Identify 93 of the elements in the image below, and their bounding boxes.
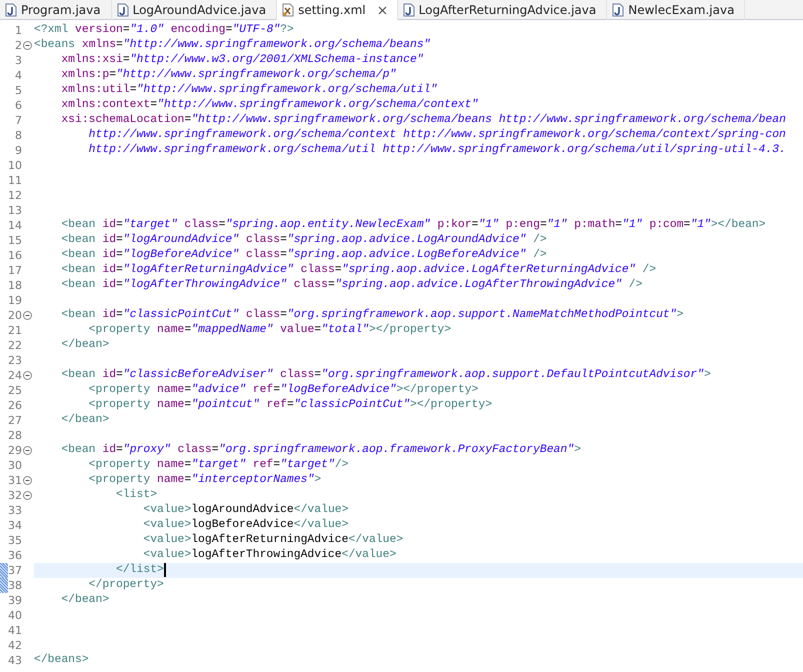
code-line: http://www.springframework.org/schema/util http://www.springframework.org/schema/util/spring-util-4.3. (88, 143, 786, 158)
line-number: 16 (8, 248, 22, 263)
line-number: 34 (8, 518, 22, 533)
line-number: 40 (8, 608, 22, 623)
code-line: <bean id="logBeforeAdvice" class="spring.aop.advice.LogBeforeAdvice" /> (61, 248, 547, 263)
code-line: <?xml version="1.0" encoding="UTF-8"?> (34, 23, 294, 38)
code-line: <value>logBeforeAdvice</value> (143, 518, 348, 533)
line-number: 32 (8, 488, 22, 503)
line-number: 22 (8, 338, 22, 353)
java-file-icon (4, 3, 17, 17)
line-number: 27 (8, 413, 22, 428)
code-line: xmlns:xsi="http://www.w3.org/2001/XMLSchema-instance" (61, 53, 424, 68)
line-number: 24 (8, 368, 22, 383)
line-number: 8 (14, 128, 22, 143)
editor-tab[interactable]: NewlecExam.java (607, 0, 746, 20)
code-line: xmlns:p="http://www.springframework.org/schema/p" (61, 68, 396, 83)
line-number: 14 (8, 218, 22, 233)
line-number: 43 (8, 653, 22, 668)
code-line: <bean id="proxy" class="org.springframework.aop.framework.ProxyFactoryBean"> (61, 443, 581, 458)
line-number: 17 (8, 263, 22, 278)
line-number: 29 (8, 443, 22, 458)
code-line: xsi:schemaLocation="http://www.springframework.org/schema/beans http://www.springframework.org/schema/bean (61, 113, 786, 128)
code-line: <value>logAfterThrowingAdvice</value> (143, 548, 396, 563)
code-line: </property> (88, 578, 164, 593)
line-number: 31 (8, 473, 22, 488)
code-line: <bean id="target" class="spring.aop.entity.NewlecExam" p:kor="1" p:eng="1" p:math="1" p:com="1"></bean> (61, 218, 766, 233)
editor-tab[interactable]: setting.xml (277, 0, 398, 20)
line-number: 12 (8, 188, 22, 203)
collapse-icon[interactable] (23, 311, 32, 320)
line-number: 2 (14, 38, 22, 53)
line-number: 13 (8, 203, 22, 218)
code-line: </bean> (61, 338, 110, 353)
line-number: 21 (8, 323, 22, 338)
code-line: </list> (116, 563, 164, 578)
line-number: 37 (8, 563, 22, 578)
line-number: 35 (8, 533, 22, 548)
line-number: 20 (8, 308, 22, 323)
code-line: <property name="advice" ref="logBeforeAdvice"></property> (88, 383, 478, 398)
line-number: 18 (8, 278, 22, 293)
line-number: 41 (8, 623, 22, 638)
collapse-icon[interactable] (23, 446, 32, 455)
line-number: 42 (8, 638, 22, 653)
line-number: 25 (8, 383, 22, 398)
code-line: </bean> (61, 593, 110, 608)
line-number: 23 (8, 353, 22, 368)
code-line: <bean id="logAfterThrowingAdvice" class="spring.aop.advice.LogAfterThrowingAdvice" /> (61, 278, 642, 293)
line-number: 10 (8, 158, 22, 173)
collapse-icon[interactable] (23, 491, 32, 500)
line-number: 38 (8, 578, 22, 593)
code-line: <property name="interceptorNames"> (88, 473, 322, 488)
code-line: <property name="target" ref="target"/> (88, 458, 348, 473)
line-number: 3 (14, 53, 22, 68)
close-icon[interactable] (378, 6, 387, 14)
code-line: xmlns:context="http://www.springframework.org/schema/context" (61, 98, 478, 113)
text-cursor (164, 563, 166, 577)
code-line: <beans xmlns="http://www.springframework.org/schema/beans" (34, 38, 430, 53)
line-number: 11 (8, 173, 22, 188)
code-line: <property name="pointcut" ref="classicPointCut"></property> (88, 398, 492, 413)
java-file-icon (116, 3, 129, 17)
line-number: 6 (14, 98, 22, 113)
xml-file-icon (281, 3, 294, 17)
line-number: 5 (14, 83, 22, 98)
line-number: 19 (8, 293, 22, 308)
line-number: 9 (14, 143, 22, 158)
editor-tab[interactable]: LogAfterReturningAdvice.java (398, 0, 608, 20)
collapse-icon[interactable] (23, 371, 32, 380)
code-line: <bean id="logAroundAdvice" class="spring.aop.advice.LogAroundAdvice" /> (61, 233, 547, 248)
line-number: 1 (14, 23, 22, 38)
collapse-icon[interactable] (23, 476, 32, 485)
line-number: 26 (8, 398, 22, 413)
code-line: <list> (116, 488, 158, 503)
code-line: </beans> (34, 653, 89, 668)
java-file-icon (402, 3, 415, 17)
code-line: <bean id="classicBeforeAdviser" class="org.springframework.aop.support.DefaultPointcutAdvisor"> (61, 368, 711, 383)
code-line: http://www.springframework.org/schema/context http://www.springframework.org/schema/context/spring-con (88, 128, 786, 143)
line-number: 39 (8, 593, 22, 608)
line-number: 36 (8, 548, 22, 563)
code-line: <bean id="classicPointCut" class="org.springframework.aop.support.NameMatchMethodPointcut"> (61, 308, 684, 323)
code-line: <property name="mappedName" value="total"></property> (88, 323, 452, 338)
code-line: <bean id="logAfterReturningAdvice" class="spring.aop.advice.LogAfterReturningAdvice" /> (61, 263, 656, 278)
line-number: 4 (14, 68, 22, 83)
code-line: xmlns:util="http://www.springframework.org/schema/util" (61, 83, 438, 98)
code-line: <value>logAfterReturningAdvice</value> (143, 533, 404, 548)
line-number: 33 (8, 503, 22, 518)
editor-tab[interactable]: Program.java (0, 0, 112, 20)
line-number: 7 (14, 113, 22, 128)
java-file-icon (611, 3, 624, 17)
line-number: 30 (8, 458, 22, 473)
collapse-icon[interactable] (23, 41, 32, 50)
code-line: <value>logAroundAdvice</value> (143, 503, 348, 518)
code-line: </bean> (61, 413, 110, 428)
line-number: 28 (8, 428, 22, 443)
line-number: 15 (8, 233, 22, 248)
